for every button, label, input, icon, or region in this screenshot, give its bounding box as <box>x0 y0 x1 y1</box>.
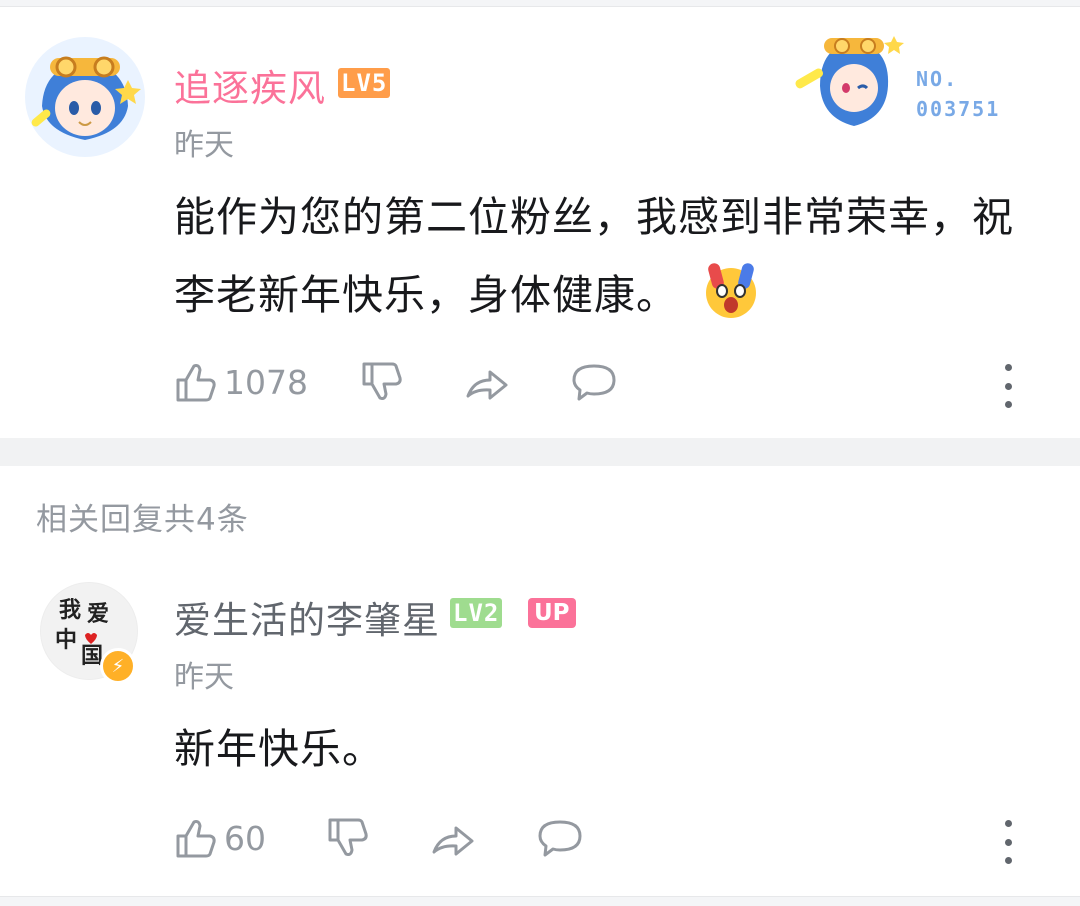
thumb-down-icon <box>362 362 402 400</box>
level-badge: LV5 <box>338 68 391 98</box>
svg-text:我: 我 <box>59 597 81 623</box>
comment-content: 新年快乐。 <box>174 725 384 773</box>
reply-button[interactable] <box>536 816 596 860</box>
comment-time: 昨天 <box>174 128 234 163</box>
share-button[interactable] <box>464 360 570 404</box>
comment-time: 昨天 <box>174 660 234 695</box>
section-divider <box>0 438 1080 466</box>
shocked-face-emoji-icon <box>702 261 760 319</box>
replies-header: 相关回复共4条 <box>36 502 249 538</box>
like-count: 1078 <box>224 362 308 402</box>
like-button[interactable]: 1078 <box>174 360 360 404</box>
svg-text:中: 中 <box>55 627 77 653</box>
comment-reply: 我 爱 中 国 ⚡ 爱生活的李肇星 LV2 UP 昨天 新年快乐。 60 <box>0 560 1080 900</box>
up-tag: UP <box>528 598 576 628</box>
like-count: 60 <box>224 818 266 858</box>
dislike-button[interactable] <box>360 360 464 404</box>
verified-lightning-icon: ⚡ <box>100 648 136 684</box>
comment-main: 追逐疾风 LV5 昨天 NO. 003751 能作为您的第二位粉丝，我感到非常荣… <box>0 6 1080 438</box>
comment-icon <box>572 364 616 401</box>
svg-text:爱: 爱 <box>87 601 109 627</box>
share-icon <box>432 826 474 856</box>
share-icon <box>466 370 508 400</box>
thumb-up-icon <box>176 364 216 402</box>
level-badge: LV2 <box>450 598 503 628</box>
comment-actions: 60 <box>174 814 1054 864</box>
username[interactable]: 追逐疾风 <box>174 58 326 112</box>
fan-badge-character-icon <box>795 36 904 126</box>
username[interactable]: 爱生活的李肇星 <box>174 590 440 644</box>
dislike-button[interactable] <box>326 816 430 860</box>
comment-icon <box>538 820 582 857</box>
fan-badge-number: NO. 003751 <box>916 67 1001 121</box>
share-button[interactable] <box>430 816 536 860</box>
fan-badge[interactable]: NO. 003751 <box>790 26 1030 136</box>
thumb-down-icon <box>328 818 368 856</box>
avatar[interactable] <box>24 36 146 158</box>
comment-actions: 1078 <box>174 358 1054 408</box>
like-button[interactable]: 60 <box>174 816 326 860</box>
comment-content: 能作为您的第二位粉丝，我感到非常荣幸，祝 李老新年快乐，身体健康。 <box>174 193 1014 319</box>
reply-button[interactable] <box>570 360 630 404</box>
more-vertical-icon[interactable] <box>998 364 1018 408</box>
thumb-up-icon <box>176 820 216 858</box>
anime-avatar-icon <box>25 37 145 157</box>
more-vertical-icon[interactable] <box>998 820 1018 864</box>
